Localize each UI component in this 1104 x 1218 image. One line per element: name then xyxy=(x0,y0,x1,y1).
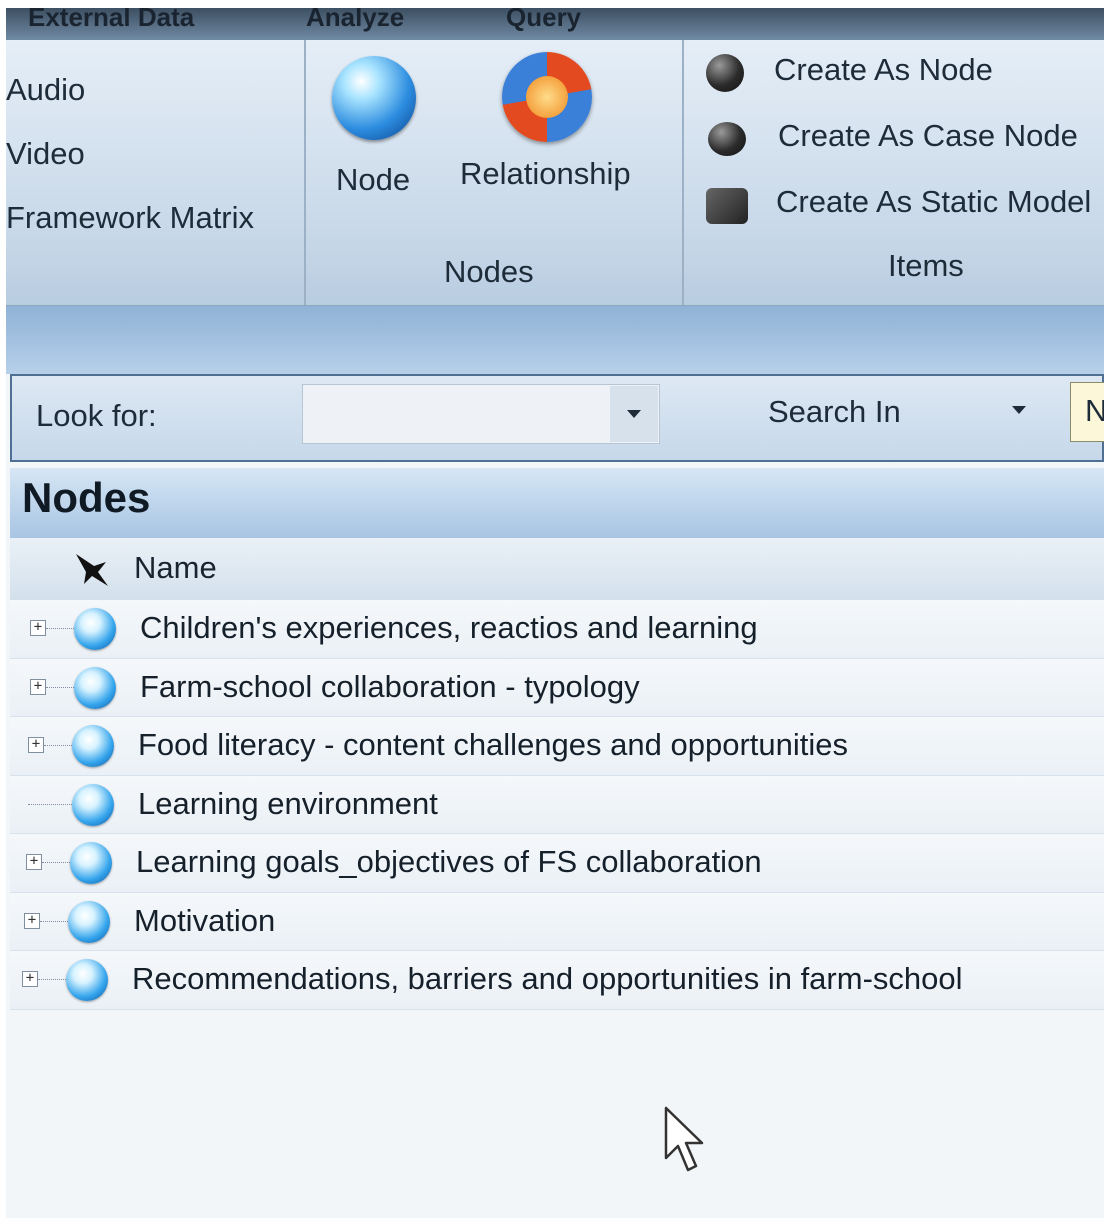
column-name[interactable]: Name xyxy=(134,550,217,586)
node-name: Farm-school collaboration - typology xyxy=(140,668,640,704)
list-item[interactable]: + Food literacy - content challenges and… xyxy=(10,717,1104,776)
node-list: + Children's experiences, reactios and l… xyxy=(10,600,1104,1010)
framework-matrix-button[interactable]: Framework Matrix xyxy=(6,200,254,236)
node-name: Motivation xyxy=(134,902,276,938)
case-node-icon xyxy=(708,122,746,156)
ribbon-group-create: Audio Video Framework Matrix xyxy=(6,40,306,305)
find-bar: Look for: Search In N xyxy=(10,374,1104,462)
expand-icon[interactable]: + xyxy=(22,971,38,987)
list-column-header: Name xyxy=(10,538,1104,601)
node-name: Learning goals_objectives of FS collabor… xyxy=(136,844,762,879)
node-name: Food literacy - content challenges and o… xyxy=(138,727,848,762)
relationship-icon xyxy=(502,52,592,142)
node-orb-icon xyxy=(332,56,416,140)
expand-icon[interactable]: + xyxy=(28,737,44,753)
relationship-button-label: Relationship xyxy=(460,156,631,191)
look-for-dropdown-button[interactable] xyxy=(610,386,658,442)
list-item[interactable]: + Learning goals_objectives of FS collab… xyxy=(10,834,1104,893)
ribbon: Audio Video Framework Matrix Node Relati… xyxy=(6,40,1104,306)
node-button[interactable]: Node xyxy=(324,50,424,210)
create-as-static-model-button[interactable]: Create As Static Model xyxy=(700,180,1104,230)
navigation-band xyxy=(6,306,1104,374)
page-title: Nodes xyxy=(22,474,151,521)
items-group-label: Items xyxy=(888,248,964,283)
node-icon xyxy=(72,725,114,767)
node-name: Children's experiences, reactios and lea… xyxy=(140,610,758,645)
create-as-static-model-label: Create As Static Model xyxy=(776,184,1092,219)
nodes-group-label: Nodes xyxy=(444,254,534,289)
tree-connector xyxy=(46,628,76,629)
ribbon-group-nodes: Node Relationship Nodes xyxy=(304,40,684,305)
node-icon xyxy=(66,959,108,1001)
node-icon xyxy=(72,783,114,826)
tree-connector xyxy=(38,979,68,980)
node-name: Recommendations, barriers and opportunit… xyxy=(132,961,963,996)
mouse-cursor-icon xyxy=(664,1106,704,1172)
ribbon-tab-strip: External Data Analyze Query xyxy=(6,8,1104,40)
tree-connector xyxy=(44,745,74,746)
search-in-chevron-icon[interactable] xyxy=(1012,406,1026,414)
look-for-label: Look for: xyxy=(36,398,157,433)
create-as-node-label: Create As Node xyxy=(774,52,993,87)
tab-analyze[interactable]: Analyze xyxy=(306,8,404,33)
node-dark-icon xyxy=(706,54,744,92)
node-icon xyxy=(70,842,112,884)
static-model-icon xyxy=(706,188,748,224)
search-in-dropdown[interactable]: Search In xyxy=(768,394,901,430)
tree-connector xyxy=(28,803,72,805)
node-button-label: Node xyxy=(336,162,411,197)
expand-icon[interactable]: + xyxy=(30,620,46,636)
tree-connector xyxy=(46,686,76,688)
create-as-case-node-button[interactable]: Create As Case Node xyxy=(700,114,1104,164)
tab-query[interactable]: Query xyxy=(506,8,581,33)
ribbon-group-items: Create As Node Create As Case Node Creat… xyxy=(682,40,1104,305)
video-button[interactable]: Video xyxy=(6,136,85,172)
create-as-case-node-label: Create As Case Node xyxy=(778,118,1078,153)
pin-icon[interactable] xyxy=(72,550,112,590)
look-for-input[interactable] xyxy=(302,384,660,444)
relationship-button[interactable]: Relationship xyxy=(454,46,654,206)
list-item[interactable]: + Motivation xyxy=(10,892,1104,951)
node-icon xyxy=(68,900,110,943)
node-icon xyxy=(74,608,116,650)
expand-icon[interactable]: + xyxy=(26,854,42,870)
tree-connector xyxy=(42,862,72,863)
audio-button[interactable]: Audio xyxy=(6,72,85,108)
tree-connector xyxy=(40,920,70,922)
expand-icon[interactable]: + xyxy=(24,912,40,929)
application-window: External Data Analyze Query Audio Video … xyxy=(6,8,1104,1218)
find-now-button[interactable]: N xyxy=(1070,382,1104,442)
list-item[interactable]: + Children's experiences, reactios and l… xyxy=(10,600,1104,659)
expand-icon[interactable]: + xyxy=(30,678,46,695)
create-as-node-button[interactable]: Create As Node xyxy=(700,48,1104,98)
chevron-down-icon xyxy=(627,410,641,418)
node-icon xyxy=(74,666,116,709)
nodes-panel-header: Nodes xyxy=(10,468,1104,538)
node-name: Learning environment xyxy=(138,785,438,821)
tab-external-data[interactable]: External Data xyxy=(28,8,194,33)
list-item[interactable]: + Recommendations, barriers and opportun… xyxy=(10,951,1104,1010)
list-item[interactable]: Learning environment xyxy=(10,775,1104,834)
list-item[interactable]: + Farm-school collaboration - typology xyxy=(10,658,1104,717)
